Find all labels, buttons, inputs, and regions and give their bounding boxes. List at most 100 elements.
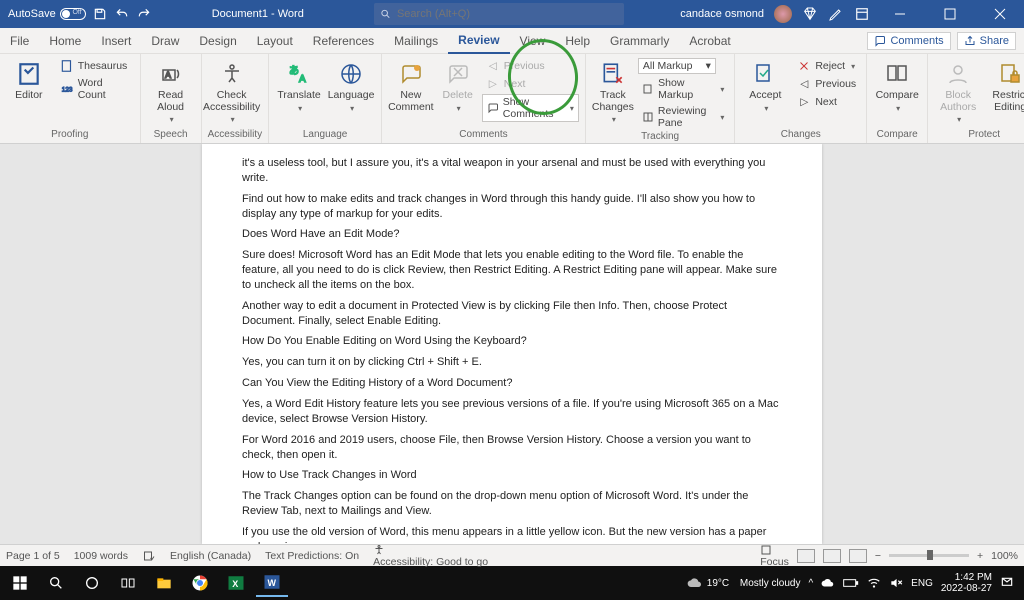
svg-text:123: 123 (61, 86, 72, 93)
status-language[interactable]: English (Canada) (170, 550, 251, 562)
tab-grammarly[interactable]: Grammarly (600, 28, 679, 54)
file-explorer-icon[interactable] (148, 569, 180, 597)
show-markup-button[interactable]: Show Markup (638, 76, 728, 102)
ribbon-options-icon[interactable] (854, 6, 870, 22)
group-label-proofing: Proofing (6, 128, 134, 141)
body-text: How Do You Enable Editing on Word Using … (242, 334, 782, 349)
tab-layout[interactable]: Layout (247, 28, 303, 54)
search-box[interactable] (374, 3, 624, 25)
onedrive-icon[interactable] (821, 576, 835, 590)
excel-icon[interactable]: X (220, 569, 252, 597)
tray-chevron-icon[interactable]: ^ (808, 578, 813, 589)
tab-review[interactable]: Review (448, 28, 509, 54)
zoom-out-button[interactable]: − (875, 550, 881, 562)
user-name[interactable]: candace osmond (680, 8, 764, 20)
track-changes-button[interactable]: Track Changes (592, 58, 634, 124)
print-layout-view-icon[interactable] (823, 549, 841, 563)
editor-button[interactable]: Editor (6, 58, 52, 102)
word-count-button[interactable]: 123Word Count (56, 76, 134, 102)
status-page[interactable]: Page 1 of 5 (6, 550, 60, 562)
cortana-icon[interactable] (76, 569, 108, 597)
redo-icon[interactable] (136, 6, 152, 22)
show-comments-button[interactable]: Show Comments (482, 94, 579, 122)
delete-comment-button[interactable]: Delete (438, 58, 478, 113)
status-spellcheck-icon[interactable] (142, 550, 156, 562)
compare-icon (885, 62, 909, 86)
delete-icon (446, 62, 470, 86)
language-button[interactable]: Language (327, 58, 375, 113)
tab-mailings[interactable]: Mailings (384, 28, 448, 54)
volume-icon[interactable] (889, 576, 903, 590)
tab-design[interactable]: Design (189, 28, 246, 54)
web-layout-view-icon[interactable] (849, 549, 867, 563)
accessibility-status-icon (373, 544, 385, 556)
undo-icon[interactable] (114, 6, 130, 22)
tab-acrobat[interactable]: Acrobat (679, 28, 740, 54)
status-accessibility[interactable]: Accessibility: Good to go (373, 544, 488, 568)
zoom-level[interactable]: 100% (991, 550, 1018, 562)
start-button[interactable] (4, 569, 36, 597)
close-button[interactable] (980, 0, 1020, 28)
tab-help[interactable]: Help (555, 28, 600, 54)
reviewing-pane-icon (642, 110, 654, 124)
status-words[interactable]: 1009 words (74, 550, 128, 562)
taskbar-search-icon[interactable] (40, 569, 72, 597)
block-authors-button[interactable]: Block Authors (934, 58, 982, 124)
previous-icon: ◁ (486, 59, 500, 73)
group-label-comments: Comments (388, 128, 579, 141)
body-text: How to Use Track Changes in Word (242, 468, 782, 483)
task-view-icon[interactable] (112, 569, 144, 597)
zoom-slider[interactable] (889, 554, 969, 557)
weather-widget[interactable]: 19°C Mostly cloudy (687, 575, 801, 591)
focus-button[interactable]: Focus (760, 544, 789, 568)
markup-dropdown[interactable]: All Markup▾ (638, 58, 716, 74)
reject-button[interactable]: Reject (793, 58, 860, 74)
page[interactable]: it's a useless tool, but I assure you, i… (202, 144, 822, 544)
tab-draw[interactable]: Draw (141, 28, 189, 54)
read-aloud-button[interactable]: ARead Aloud (147, 58, 195, 124)
search-input[interactable] (397, 8, 618, 20)
word-icon[interactable]: W (256, 569, 288, 597)
chrome-icon[interactable] (184, 569, 216, 597)
word-count-icon: 123 (60, 82, 74, 96)
cloud-icon (687, 575, 703, 591)
body-text: it's a useless tool, but I assure you, i… (242, 156, 782, 186)
tab-references[interactable]: References (303, 28, 384, 54)
status-predictions[interactable]: Text Predictions: On (265, 550, 359, 562)
check-accessibility-button[interactable]: Check Accessibility (208, 58, 256, 124)
read-mode-view-icon[interactable] (797, 549, 815, 563)
previous-change-button[interactable]: ◁Previous (793, 76, 860, 92)
tab-home[interactable]: Home (39, 28, 91, 54)
translate-button[interactable]: あATranslate (275, 58, 323, 113)
accept-button[interactable]: Accept (741, 58, 789, 113)
diamond-icon[interactable] (802, 6, 818, 22)
document-area[interactable]: it's a useless tool, but I assure you, i… (0, 144, 1024, 544)
next-change-button[interactable]: ▷Next (793, 94, 860, 110)
tab-file[interactable]: File (0, 28, 39, 54)
wifi-icon[interactable] (867, 576, 881, 590)
restrict-editing-button[interactable]: Restrict Editing (986, 58, 1024, 113)
compare-button[interactable]: Compare (873, 58, 921, 113)
battery-icon[interactable] (843, 577, 859, 589)
tab-view[interactable]: View (510, 28, 556, 54)
reviewing-pane-button[interactable]: Reviewing Pane (638, 104, 728, 130)
thesaurus-button[interactable]: Thesaurus (56, 58, 134, 74)
zoom-in-button[interactable]: + (977, 550, 983, 562)
comments-button[interactable]: Comments (867, 32, 950, 50)
maximize-button[interactable] (930, 0, 970, 28)
body-text: The Track Changes option can be found on… (242, 489, 782, 519)
clock[interactable]: 1:42 PM2022-08-27 (941, 572, 992, 594)
previous-comment-button[interactable]: ◁Previous (482, 58, 579, 74)
next-comment-button[interactable]: ▷Next (482, 76, 579, 92)
autosave-toggle[interactable]: AutoSave Off (8, 8, 86, 20)
language-indicator[interactable]: ENG (911, 578, 933, 589)
next-change-icon: ▷ (797, 95, 811, 109)
tab-insert[interactable]: Insert (91, 28, 141, 54)
avatar[interactable] (774, 5, 792, 23)
notifications-icon[interactable] (1000, 576, 1014, 590)
pen-icon[interactable] (828, 6, 844, 22)
new-comment-button[interactable]: New Comment (388, 58, 434, 113)
share-button[interactable]: Share (957, 32, 1016, 50)
minimize-button[interactable] (880, 0, 920, 28)
save-icon[interactable] (92, 6, 108, 22)
